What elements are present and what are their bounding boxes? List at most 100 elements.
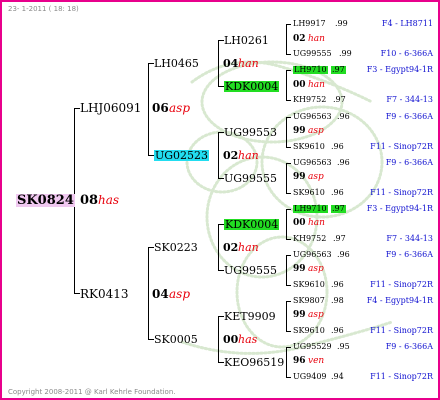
gen4-id[interactable]: UG96563 (293, 251, 332, 259)
gen4-breeder: asp (308, 126, 324, 136)
gen4-year: .96 (337, 250, 350, 259)
connector-line (286, 163, 291, 164)
gen3-id[interactable]: KDK0004 (224, 219, 280, 230)
gen4-id[interactable]: UG95529 (293, 343, 332, 351)
root-id[interactable]: SK0824 (16, 194, 75, 207)
gen2-id[interactable]: SK0223 (154, 242, 198, 253)
gen2-id[interactable]: LH0465 (154, 58, 199, 69)
gen4-origin: F3 - Egypt94-1R (366, 204, 433, 213)
connector-line (286, 117, 287, 148)
gen4-id[interactable]: SK9610 (293, 327, 325, 335)
gen1-id[interactable]: LHJ06091 (80, 102, 141, 114)
gen4-id[interactable]: SK9610 (293, 281, 325, 289)
gen1-breeder: asp (169, 287, 190, 301)
gen2-breeder: has (238, 333, 258, 346)
gen4-year: 02 (293, 34, 306, 44)
gen4-origin: F7 - 344-13 (386, 95, 433, 104)
gen4-origin: F7 - 344-13 (386, 234, 433, 243)
gen4-id[interactable]: SK9610 (293, 143, 325, 151)
gen4-id[interactable]: KH9752 (293, 96, 326, 104)
gen3-id[interactable]: LH0261 (224, 35, 269, 46)
gen4-id[interactable]: UG99555 (293, 50, 332, 58)
gen4-id[interactable]: SK9807 (293, 297, 325, 305)
gen4-id[interactable]: SK9610 (293, 189, 325, 197)
gen2-year: 04 (223, 57, 239, 70)
connector-line (286, 285, 291, 286)
gen4-year: .99 (335, 19, 348, 28)
connector-line (286, 255, 287, 286)
gen4-year: .98 (331, 296, 344, 305)
gen2-year: 00 (223, 333, 239, 346)
gen2-breeder: han (238, 241, 259, 254)
gen2-breeder: han (238, 57, 259, 70)
gen4-year: 99 (293, 126, 306, 136)
connector-line (286, 301, 287, 332)
connector-line (218, 224, 219, 271)
gen3-id[interactable]: KET9909 (224, 311, 276, 322)
gen2-year: 02 (223, 149, 239, 162)
connector-line (286, 24, 287, 55)
gen4-id[interactable]: UG96563 (293, 113, 332, 121)
gen3-id[interactable]: KEO96519 (224, 357, 284, 368)
gen4-year: .96 (331, 142, 344, 151)
connector-line (286, 331, 291, 332)
gen4-year: 00 (293, 218, 306, 228)
gen4-id[interactable]: UG9409 (293, 373, 327, 381)
gen4-breeder: ven (308, 356, 325, 366)
gen1-id[interactable]: RK0413 (80, 288, 129, 300)
gen4-year: 00 (293, 80, 306, 90)
gen4-year: 99 (293, 172, 306, 182)
gen4-origin: F9 - 6-366A (385, 342, 433, 351)
gen4-year: .96 (337, 112, 350, 121)
gen4-id[interactable]: LH9710 (293, 205, 328, 213)
connector-line (218, 132, 219, 179)
pedigree-frame: 23- 1-2011 ( 18: 18) Copyright 2008-2011… (0, 0, 440, 400)
connector-line (148, 63, 149, 156)
connector-line (218, 40, 219, 87)
connector-line (286, 100, 291, 101)
gen2-breeder: han (238, 149, 259, 162)
connector-line (286, 239, 291, 240)
gen4-year: .97 (331, 65, 346, 74)
connector-line (286, 347, 287, 378)
gen4-origin: F11 - Sinop72R (370, 280, 433, 289)
connector-line (286, 209, 287, 240)
gen4-year: .96 (331, 326, 344, 335)
gen4-year: 99 (293, 264, 306, 274)
gen4-origin: F9 - 6-366A (385, 112, 433, 121)
connector-line (148, 247, 149, 340)
gen1-year: 06 (152, 101, 169, 115)
gen3-id[interactable]: UG99553 (224, 127, 277, 138)
gen4-id[interactable]: UG96563 (293, 159, 332, 167)
root-breeder: has (98, 193, 120, 207)
connector-line (286, 54, 291, 55)
connector-line (286, 255, 291, 256)
gen4-year: .96 (331, 188, 344, 197)
connector-line (286, 147, 291, 148)
gen4-id[interactable]: KH9752 (293, 235, 326, 243)
gen4-origin: F11 - Sinop72R (370, 372, 433, 381)
gen4-year: .94 (331, 372, 344, 381)
gen4-year: .97 (333, 95, 346, 104)
connector-line (286, 209, 291, 210)
gen4-id[interactable]: LH9917 (293, 20, 326, 28)
gen4-origin: F3 - Egypt94-1R (366, 65, 433, 74)
gen4-origin: F4 - LH8711 (381, 19, 433, 28)
connector-line (286, 70, 291, 71)
gen4-id[interactable]: LH9710 (293, 66, 328, 74)
gen3-id[interactable]: UG99555 (224, 265, 277, 276)
gen3-id[interactable]: UG99555 (224, 173, 277, 184)
gen4-breeder: han (308, 218, 325, 228)
gen1-year: 04 (152, 287, 169, 301)
gen2-id[interactable]: UG02523 (154, 150, 210, 161)
gen4-origin: F4 - Egypt94-1R (366, 296, 433, 305)
gen4-breeder: han (308, 80, 325, 90)
gen2-id[interactable]: SK0005 (154, 334, 198, 345)
gen4-year: 96 (293, 356, 306, 366)
root-year: 08 (80, 193, 99, 208)
gen4-origin: F10 - 6-366A (380, 49, 433, 58)
gen4-year: 99 (293, 310, 306, 320)
connector-line (286, 70, 287, 101)
gen4-breeder: asp (308, 310, 324, 320)
gen3-id[interactable]: KDK0004 (224, 81, 280, 92)
